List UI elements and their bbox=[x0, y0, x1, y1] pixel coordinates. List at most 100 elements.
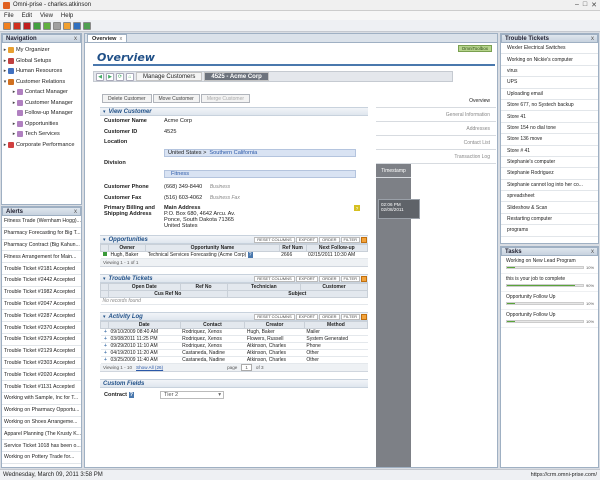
delete-customer-button[interactable]: Delete Customer bbox=[102, 94, 152, 103]
column-header[interactable]: Ref No bbox=[179, 283, 228, 291]
collapse-icon[interactable]: ▾ bbox=[103, 109, 106, 115]
menu-help[interactable]: Help bbox=[61, 13, 73, 19]
red-box-icon[interactable] bbox=[23, 21, 31, 30]
side-tab[interactable]: Addresses bbox=[376, 122, 496, 136]
alert-item[interactable]: Trouble Ticket #2287 Accepted bbox=[2, 310, 81, 323]
green-box-icon[interactable] bbox=[83, 21, 91, 30]
trouble-ticket-item[interactable]: Store 41 bbox=[501, 111, 598, 123]
green-box-icon[interactable] bbox=[43, 21, 51, 30]
close-icon[interactable]: x bbox=[119, 36, 122, 42]
merge-customer-button[interactable]: Merge Customer bbox=[200, 94, 251, 103]
expand-icon[interactable] bbox=[361, 275, 367, 282]
alert-item[interactable]: Trouble Ticket #2442 Accepted bbox=[2, 275, 81, 287]
trouble-ticket-item[interactable]: Store 154 no dial tone bbox=[501, 123, 598, 135]
order-button[interactable]: ORDER bbox=[319, 275, 340, 282]
trouble-tickets-header[interactable]: ▾ Trouble Tickets RESET COLUMNS EXPORT O… bbox=[100, 274, 368, 283]
breadcrumb-manage-customers[interactable]: Manage Customers bbox=[136, 72, 203, 81]
menu-view[interactable]: View bbox=[40, 13, 53, 19]
expand-row-icon[interactable]: + bbox=[100, 349, 109, 357]
trouble-ticket-item[interactable]: Stephanie Rodriguez bbox=[501, 168, 598, 180]
division-field[interactable]: Fitness bbox=[164, 169, 356, 178]
column-header[interactable]: Open Date bbox=[108, 283, 181, 291]
close-icon[interactable]: x bbox=[591, 36, 594, 42]
nav-item[interactable]: ▸ Human Resources bbox=[2, 66, 81, 77]
collapse-icon[interactable]: ▾ bbox=[103, 276, 106, 282]
alert-item[interactable]: Trouble Ticket #2047 Accepted bbox=[2, 299, 81, 311]
close-icon[interactable]: ✕ bbox=[591, 1, 597, 9]
alert-item[interactable]: Pharmacy Contract (Big Kahun... bbox=[2, 240, 81, 252]
column-header[interactable]: Customer bbox=[300, 283, 368, 291]
alert-item[interactable]: Working on Pharmacy Opportu... bbox=[2, 405, 81, 417]
alert-item[interactable]: Service Ticket 1018 has been o... bbox=[2, 440, 81, 452]
trouble-ticket-item[interactable]: UPS bbox=[501, 77, 598, 89]
alert-item[interactable]: Trouble Ticket #1982 Accepted bbox=[2, 287, 81, 299]
table-row[interactable]: +03/25/2009 11:40 AM Castaneda, Nadine Atk… bbox=[100, 356, 368, 364]
chevron-down-icon[interactable]: ▾ bbox=[218, 392, 221, 398]
nav-item[interactable]: ▸ Opportunities bbox=[2, 119, 81, 130]
column-header[interactable]: Next Follow-up bbox=[305, 244, 369, 252]
task-item[interactable]: Opportunity Follow Up 10% bbox=[501, 310, 598, 328]
alert-item[interactable]: Trouble Ticket #1131 Accepted bbox=[2, 381, 81, 393]
alert-item[interactable]: Pharmacy Forecasting for Big T... bbox=[2, 228, 81, 240]
help-icon[interactable]: ? bbox=[247, 252, 253, 258]
trouble-ticket-item[interactable]: Slideshow & Scan bbox=[501, 202, 598, 214]
trouble-ticket-item[interactable]: programs bbox=[501, 225, 598, 237]
side-tab[interactable]: Contact List bbox=[376, 136, 496, 150]
trouble-ticket-item[interactable]: Working on Nickie's computer bbox=[501, 54, 598, 66]
export-button[interactable]: EXPORT bbox=[295, 275, 319, 282]
trouble-ticket-item[interactable]: Wexler Electrical Switches bbox=[501, 43, 598, 55]
filter-button[interactable]: FILTER bbox=[340, 236, 360, 243]
tab-overview[interactable]: Overview x bbox=[87, 34, 128, 42]
side-tab[interactable]: Transaction Log bbox=[376, 150, 496, 164]
nav-item[interactable]: ▾ Customer Relations bbox=[2, 77, 81, 88]
alert-item[interactable]: Fitness Trade (Wernham Hogg)... bbox=[2, 216, 81, 228]
trouble-ticket-item[interactable]: spreadsheet bbox=[501, 191, 598, 203]
collapse-icon[interactable]: ▾ bbox=[103, 314, 106, 320]
alert-item[interactable]: Working on Pottery Trade for... bbox=[2, 452, 81, 464]
alert-item[interactable]: Trouble Ticket #2379 Accepted bbox=[2, 334, 81, 346]
page-input[interactable]: 1 bbox=[241, 364, 252, 371]
orange-box-icon[interactable] bbox=[63, 21, 71, 30]
activity-log-header[interactable]: ▾ Activity Log RESET COLUMNS EXPORT ORDE… bbox=[100, 312, 368, 321]
order-button[interactable]: ORDER bbox=[319, 236, 340, 243]
table-row[interactable]: +04/19/2010 11:20 AM Castaneda, Nadine Atk… bbox=[100, 349, 368, 357]
home-icon[interactable]: ⌂ bbox=[126, 72, 134, 81]
trouble-ticket-item[interactable]: Store # 41 bbox=[501, 146, 598, 157]
filter-button[interactable]: FILTER bbox=[340, 313, 360, 320]
refresh-icon[interactable]: ⟳ bbox=[116, 72, 124, 81]
table-row[interactable]: +09/29/2010 11:10 AM Rodriquez, Xenos Atki… bbox=[100, 342, 368, 350]
nav-item[interactable]: ▸ Contact Manager bbox=[2, 87, 81, 98]
forward-icon[interactable]: ▶ bbox=[106, 72, 114, 81]
alert-item[interactable]: Trouble Ticket #2020 Accepted bbox=[2, 369, 81, 382]
nav-item[interactable]: ▸ Customer Manager bbox=[2, 98, 81, 109]
reset-columns-button[interactable]: RESET COLUMNS bbox=[254, 313, 295, 320]
location-field[interactable]: United States > Southern California bbox=[164, 148, 356, 157]
column-header[interactable]: Technician bbox=[226, 283, 302, 291]
maximize-icon[interactable]: □ bbox=[583, 1, 587, 9]
nav-item[interactable]: Follow-up Manager bbox=[2, 108, 81, 119]
column-header[interactable]: Date bbox=[108, 321, 181, 329]
column-header[interactable]: Opportunity Name bbox=[145, 244, 280, 252]
map-icon[interactable]: ? bbox=[354, 205, 360, 211]
alert-item[interactable]: Trouble Ticket #2129 Accepted bbox=[2, 346, 81, 358]
opportunity-name-cell[interactable]: Technical Services Forecasting (Acme Cor… bbox=[145, 251, 280, 259]
close-icon[interactable]: x bbox=[74, 209, 77, 215]
move-customer-button[interactable]: Move Customer bbox=[152, 94, 200, 103]
green-box-icon[interactable] bbox=[33, 21, 41, 30]
menu-edit[interactable]: Edit bbox=[22, 13, 32, 19]
back-icon[interactable]: ◀ bbox=[96, 72, 104, 81]
trouble-ticket-item[interactable]: virus bbox=[501, 66, 598, 78]
opportunity-name[interactable]: Technical Services Forecasting (Acme Cor… bbox=[148, 252, 247, 258]
nav-item[interactable]: ▸ My Organizer bbox=[2, 45, 81, 56]
trouble-ticket-item[interactable]: Restarting computer bbox=[501, 214, 598, 226]
show-all-link[interactable]: Show All (26) bbox=[136, 365, 163, 370]
column-header[interactable]: Contact bbox=[179, 321, 246, 329]
trouble-ticket-item[interactable]: Store 136 move bbox=[501, 134, 598, 146]
expand-row-icon[interactable]: + bbox=[100, 335, 109, 343]
task-item[interactable]: Opportunity Follow Up 10% bbox=[501, 292, 598, 310]
side-tab[interactable]: Overview bbox=[376, 94, 496, 108]
collapse-icon[interactable]: ▾ bbox=[103, 237, 106, 243]
nav-item[interactable]: ▸ Corporate Performance bbox=[2, 140, 81, 151]
table-row[interactable]: Hugh, Baker Technical Services Forecasti… bbox=[100, 251, 368, 259]
alert-item[interactable]: Trouble Ticket #2370 Accepted bbox=[2, 322, 81, 334]
